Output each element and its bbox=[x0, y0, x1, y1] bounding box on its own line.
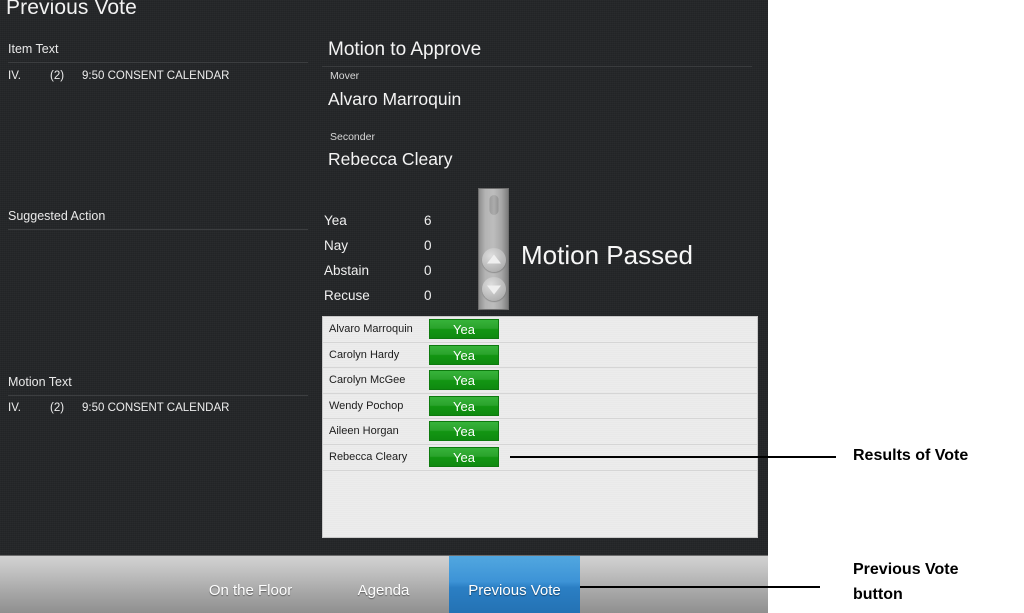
vote-badge[interactable]: Yea bbox=[429, 319, 499, 339]
motion-text-body: 9:50 CONSENT CALENDAR bbox=[82, 402, 230, 414]
vote-scrollbar[interactable] bbox=[478, 188, 509, 310]
voter-name: Aileen Horgan bbox=[329, 425, 399, 438]
mover-label: Mover bbox=[330, 70, 360, 82]
scroll-down-arrow-icon[interactable] bbox=[481, 277, 506, 301]
triangle-down-icon bbox=[486, 285, 501, 295]
item-text-body: 9:50 CONSENT CALENDAR bbox=[82, 70, 230, 82]
tally-row: Recuse 0 bbox=[324, 288, 464, 313]
annotation-previous-vote-button: Previous Vote button bbox=[853, 561, 959, 603]
scroll-up-arrow-icon[interactable] bbox=[481, 248, 506, 272]
application-window: Previous Vote Item Text IV. (2) 9:50 CONSE… bbox=[0, 0, 768, 613]
voter-name: Carolyn McGee bbox=[329, 374, 406, 387]
vote-badge[interactable]: Yea bbox=[429, 344, 499, 365]
annotation-leader-line-results bbox=[510, 456, 836, 458]
vote-badge[interactable]: Yea bbox=[429, 395, 499, 416]
suggested-action-label: Suggested Action bbox=[8, 209, 106, 223]
item-text-paren: (2) bbox=[50, 70, 65, 82]
tally-value-nay: 0 bbox=[424, 238, 432, 253]
voter-name: Carolyn Hardy bbox=[329, 348, 400, 361]
motion-title: Motion to Approve bbox=[328, 39, 482, 60]
tally-label-yea: Yea bbox=[324, 213, 347, 228]
tab-previous-vote[interactable]: Previous Vote bbox=[449, 556, 580, 613]
tab-on-the-floor[interactable]: On the Floor bbox=[183, 556, 318, 613]
motion-text-value: IV. (2) 9:50 CONSENT CALENDAR bbox=[8, 402, 229, 414]
voter-name: Wendy Pochop bbox=[329, 399, 404, 412]
vote-tally: Yea 6 Nay 0 Abstain 0 Recuse 0 bbox=[324, 213, 464, 313]
motion-text-label: Motion Text bbox=[8, 375, 72, 389]
tally-value-recuse: 0 bbox=[424, 288, 432, 303]
item-text-label: Item Text bbox=[8, 42, 59, 56]
motion-text-divider bbox=[8, 395, 308, 396]
motion-text-paren: (2) bbox=[50, 402, 65, 414]
bottom-tab-bar: On the Floor Agenda Previous Vote bbox=[0, 555, 768, 613]
tally-label-abstain: Abstain bbox=[324, 263, 370, 278]
suggested-action-divider bbox=[8, 229, 308, 230]
motion-title-divider bbox=[322, 66, 752, 67]
motion-result-banner: Motion Passed bbox=[521, 240, 693, 270]
vote-results-list: Alvaro Marroquin Yea Carolyn Hardy Yea C… bbox=[322, 316, 758, 538]
tally-value-abstain: 0 bbox=[424, 263, 432, 278]
motion-text-number: IV. bbox=[8, 402, 22, 414]
vote-badge[interactable]: Yea bbox=[429, 446, 499, 467]
mover-name: Alvaro Marroquin bbox=[328, 89, 462, 109]
page-title: Previous Vote bbox=[6, 0, 137, 19]
vote-badge[interactable]: Yea bbox=[429, 370, 499, 391]
item-text-value: IV. (2) 9:50 CONSENT CALENDAR bbox=[8, 70, 229, 82]
table-row[interactable]: Carolyn Hardy Yea bbox=[323, 343, 757, 369]
table-row[interactable]: Aileen Horgan Yea bbox=[323, 419, 757, 445]
table-row[interactable]: Alvaro Marroquin Yea bbox=[323, 317, 757, 343]
annotation-results-of-vote: Results of Vote bbox=[853, 447, 969, 464]
voter-name: Rebecca Cleary bbox=[329, 450, 408, 463]
tally-row: Yea 6 bbox=[324, 213, 464, 238]
tally-label-recuse: Recuse bbox=[324, 288, 370, 303]
tally-row: Nay 0 bbox=[324, 238, 464, 263]
triangle-up-icon bbox=[486, 254, 501, 264]
seconder-label: Seconder bbox=[330, 131, 375, 143]
tab-agenda[interactable]: Agenda bbox=[318, 556, 449, 613]
tally-row: Abstain 0 bbox=[324, 263, 464, 288]
tally-label-nay: Nay bbox=[324, 238, 349, 253]
annotation-leader-line-previous-vote bbox=[580, 586, 820, 588]
item-text-divider bbox=[8, 62, 308, 63]
item-text-number: IV. bbox=[8, 70, 22, 82]
scrollbar-thumb[interactable] bbox=[489, 195, 498, 215]
table-row[interactable]: Carolyn McGee Yea bbox=[323, 368, 757, 394]
vote-badge[interactable]: Yea bbox=[429, 421, 499, 442]
voter-name: Alvaro Marroquin bbox=[329, 323, 413, 335]
tally-value-yea: 6 bbox=[424, 213, 432, 228]
seconder-name: Rebecca Cleary bbox=[328, 149, 453, 169]
table-row[interactable]: Wendy Pochop Yea bbox=[323, 394, 757, 420]
